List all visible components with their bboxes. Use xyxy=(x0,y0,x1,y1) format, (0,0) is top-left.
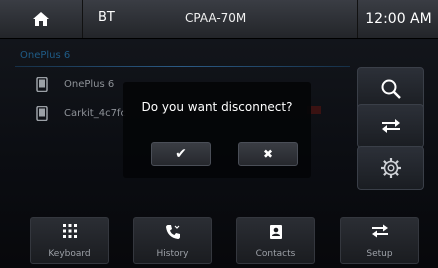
contacts-icon xyxy=(269,225,282,239)
home-icon xyxy=(33,12,49,26)
swap-icon xyxy=(381,119,400,133)
nav-label: History xyxy=(156,249,189,259)
nav-keyboard[interactable]: Keyboard xyxy=(30,217,109,264)
page-title: CPAA-70M xyxy=(185,11,247,25)
nav-setup[interactable]: Setup xyxy=(340,217,419,264)
section-divider xyxy=(15,66,350,67)
nav-label: Keyboard xyxy=(48,249,91,259)
device-name: Carkit_4c7fc xyxy=(64,108,126,119)
bt-screen: BT CPAA-70M 12:00 AM OnePlus 6 OnePlus 6… xyxy=(0,0,438,268)
nav-contacts[interactable]: Contacts xyxy=(236,217,315,264)
home-button[interactable] xyxy=(0,0,83,38)
nav-label: Contacts xyxy=(255,249,296,259)
device-section-label: OnePlus 6 xyxy=(20,50,71,61)
gear-icon xyxy=(380,158,401,178)
device-name: OnePlus 6 xyxy=(64,79,115,90)
check-icon: ✔ xyxy=(175,146,187,162)
clock: 12:00 AM xyxy=(357,0,438,38)
nav-history[interactable]: History xyxy=(133,217,212,264)
top-bar: BT CPAA-70M 12:00 AM xyxy=(0,0,438,39)
phone-icon xyxy=(36,106,48,121)
nav-label: Setup xyxy=(366,249,393,259)
confirm-button[interactable]: ✔ xyxy=(151,142,211,166)
keypad-icon xyxy=(62,224,77,238)
close-icon: ✖ xyxy=(262,147,274,161)
bt-label: BT xyxy=(98,10,115,25)
cancel-button[interactable]: ✖ xyxy=(238,142,298,166)
search-icon xyxy=(381,79,401,99)
call-history-icon xyxy=(165,225,180,239)
connect-toggle-button[interactable] xyxy=(357,104,424,148)
disconnect-dialog: Do you want disconnect? ✔ ✖ xyxy=(123,82,311,178)
dialog-message: Do you want disconnect? xyxy=(141,100,293,114)
swap-icon xyxy=(371,224,388,238)
phone-icon xyxy=(36,77,48,92)
settings-button[interactable] xyxy=(357,146,424,190)
